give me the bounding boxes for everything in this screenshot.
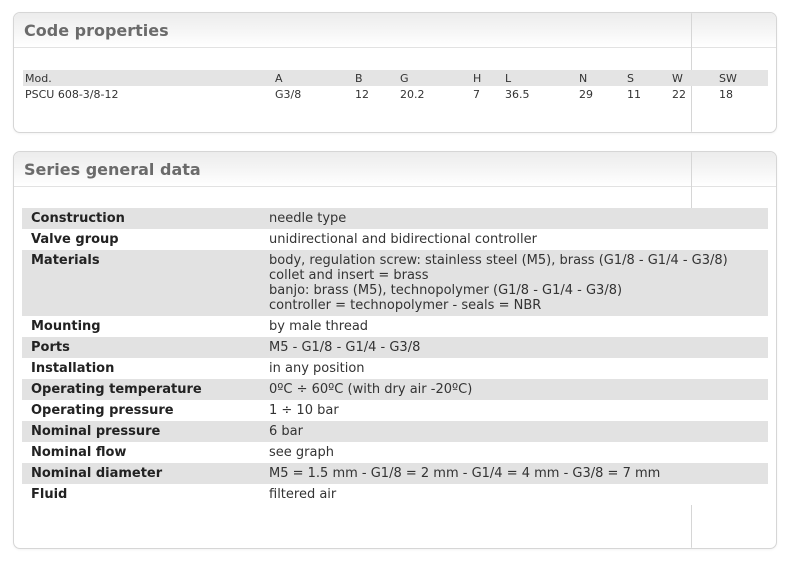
cell-w: 22: [672, 88, 686, 101]
property-value-nominal-diameter: M5 = 1.5 mm - G1/8 = 2 mm - G1/4 = 4 mm …: [260, 463, 768, 484]
property-value-fluid: filtered air: [260, 484, 768, 505]
property-value-operating-pressure: 1 ÷ 10 bar: [260, 400, 768, 421]
cell-s: 11: [627, 88, 641, 101]
cell-b: 12: [355, 88, 369, 101]
series-general-data-header: Series general data: [14, 152, 776, 187]
table-row: Operating pressure 1 ÷ 10 bar: [22, 400, 768, 421]
property-label-nominal-flow: Nominal flow: [22, 442, 260, 463]
series-general-data-title: Series general data: [24, 160, 201, 179]
col-header-w: W: [670, 70, 717, 86]
cell-sw: 18: [719, 88, 733, 101]
property-label-nominal-pressure: Nominal pressure: [22, 421, 260, 442]
col-header-h: H: [471, 70, 503, 86]
table-row: Construction needle type: [22, 208, 768, 229]
col-header-sw: SW: [717, 70, 768, 86]
property-value-nominal-flow: see graph: [260, 442, 768, 463]
table-row: Ports M5 - G1/8 - G1/4 - G3/8: [22, 337, 768, 358]
property-label-operating-temperature: Operating temperature: [22, 379, 260, 400]
table-row: Nominal diameter M5 = 1.5 mm - G1/8 = 2 …: [22, 463, 768, 484]
cell-h: 7: [473, 88, 480, 101]
property-label-ports: Ports: [22, 337, 260, 358]
property-value-ports: M5 - G1/8 - G1/4 - G3/8: [260, 337, 768, 358]
table-row: Operating temperature 0ºC ÷ 60ºC (with d…: [22, 379, 768, 400]
col-header-s: S: [625, 70, 670, 86]
code-table-header-row: Mod. A B G H L N S W SW: [23, 70, 768, 86]
cell-mod: PSCU 608-3/8-12: [25, 88, 119, 101]
property-value-valve-group: unidirectional and bidirectional control…: [260, 229, 768, 250]
col-header-n: N: [577, 70, 625, 86]
property-label-fluid: Fluid: [22, 484, 260, 505]
table-row: Mounting by male thread: [22, 316, 768, 337]
table-row: Materials body, regulation screw: stainl…: [22, 250, 768, 316]
property-value-operating-temperature: 0ºC ÷ 60ºC (with dry air -20ºC): [260, 379, 768, 400]
property-value-nominal-pressure: 6 bar: [260, 421, 768, 442]
property-value-installation: in any position: [260, 358, 768, 379]
materials-line: controller = technopolymer - seals = NBR: [269, 298, 542, 313]
property-label-materials: Materials: [22, 250, 260, 316]
code-properties-title: Code properties: [24, 21, 169, 40]
property-label-valve-group: Valve group: [22, 229, 260, 250]
property-label-construction: Construction: [22, 208, 260, 229]
property-label-operating-pressure: Operating pressure: [22, 400, 260, 421]
property-label-nominal-diameter: Nominal diameter: [22, 463, 260, 484]
property-label-mounting: Mounting: [22, 316, 260, 337]
table-row: Valve group unidirectional and bidirecti…: [22, 229, 768, 250]
series-general-data-panel: Series general data Construction needle …: [13, 151, 777, 549]
cell-n: 29: [579, 88, 593, 101]
col-header-g: G: [398, 70, 471, 86]
materials-line: banjo: brass (M5), technopolymer (G1/8 -…: [269, 283, 623, 298]
table-row: Fluid filtered air: [22, 484, 768, 505]
table-row: Nominal flow see graph: [22, 442, 768, 463]
code-properties-table: Mod. A B G H L N S W SW PSCU 608-3/8-12 …: [23, 70, 768, 103]
cell-l: 36.5: [505, 88, 530, 101]
table-row: Installation in any position: [22, 358, 768, 379]
table-row: PSCU 608-3/8-12 G3/8 12 20.2 7 36.5 29 1…: [23, 86, 768, 103]
property-value-materials: body, regulation screw: stainless steel …: [260, 250, 768, 316]
col-header-a: A: [273, 70, 353, 86]
property-value-mounting: by male thread: [260, 316, 768, 337]
col-header-mod: Mod.: [23, 70, 273, 86]
materials-line: collet and insert = brass: [269, 268, 429, 283]
property-label-installation: Installation: [22, 358, 260, 379]
series-general-data-table: Construction needle type Valve group uni…: [22, 208, 768, 505]
materials-line: body, regulation screw: stainless steel …: [269, 253, 728, 268]
code-properties-header: Code properties: [14, 13, 776, 48]
col-header-b: B: [353, 70, 398, 86]
cell-a: G3/8: [275, 88, 302, 101]
cell-g: 20.2: [400, 88, 425, 101]
table-row: Nominal pressure 6 bar: [22, 421, 768, 442]
code-properties-panel: Code properties Mod. A B G H L N S W SW …: [13, 12, 777, 133]
col-header-l: L: [503, 70, 577, 86]
property-value-construction: needle type: [260, 208, 768, 229]
